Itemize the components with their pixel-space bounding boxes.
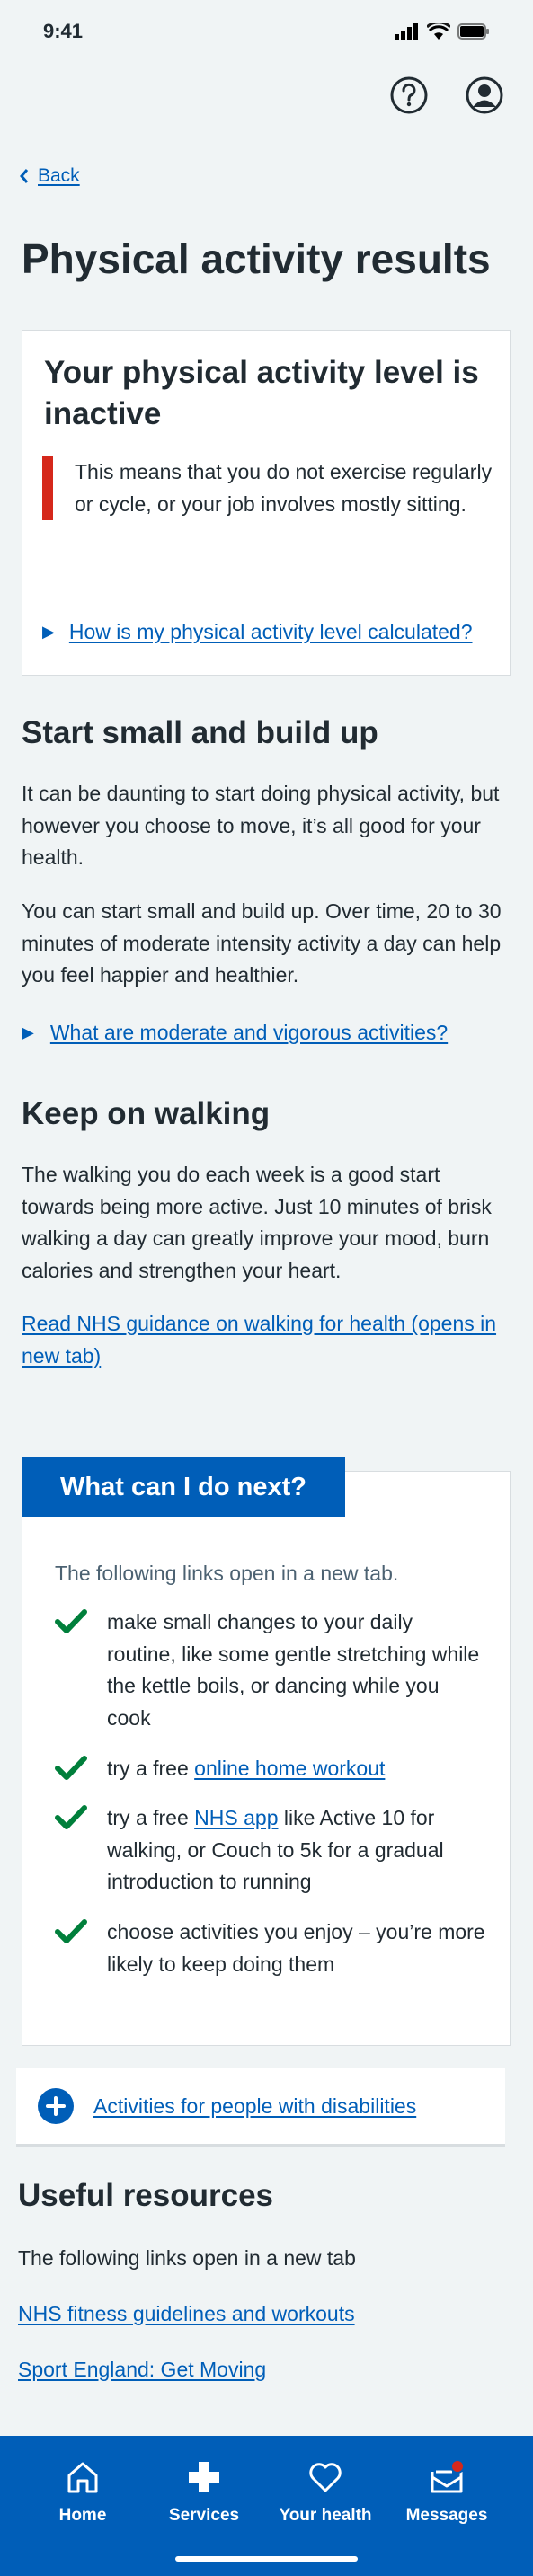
moderate-vigorous-link: What are moderate and vigorous activitie… [49, 1021, 449, 1044]
list-item-prefix: try a free [107, 1756, 195, 1780]
walking-guidance-link[interactable]: Read NHS guidance on walking for health … [22, 1312, 496, 1368]
triangle-right-icon: ▶ [22, 1023, 34, 1041]
page-title: Physical activity results [22, 235, 491, 282]
next-steps-intro: The following links open in a new tab. [55, 1562, 399, 1585]
status-icons [395, 23, 490, 40]
back-label: Back [38, 165, 80, 186]
how-calculated-link: How is my physical activity level calcul… [68, 620, 473, 643]
start-small-para-2: You can start small and build up. Over t… [22, 899, 502, 987]
next-steps-card: The following links open in a new tab. m… [22, 1471, 511, 2046]
nhs-app-link[interactable]: NHS app [194, 1806, 278, 1829]
triangle-right-icon: ▶ [42, 623, 55, 641]
home-icon [67, 2462, 98, 2493]
tab-services[interactable]: Services [146, 2459, 262, 2526]
how-calculated-details[interactable]: ▶ How is my physical activity level calc… [42, 620, 473, 644]
tick-icon [55, 1805, 87, 1830]
plus-circle-icon [38, 2088, 74, 2124]
next-steps-label: What can I do next? [22, 1457, 345, 1517]
status-time: 9:41 [43, 20, 84, 42]
account-icon[interactable] [465, 75, 504, 115]
start-small-para-1: It can be daunting to start doing physic… [22, 782, 500, 870]
notification-dot [450, 2459, 465, 2474]
list-item: try a free online home workout [55, 1753, 486, 1785]
disabilities-expander-label: Activities for people with disabilities [93, 2094, 417, 2118]
list-item: try a free NHS app like Active 10 for wa… [55, 1802, 486, 1899]
bottom-tab-bar: Home Services Your health Messages [0, 2436, 533, 2576]
tab-your-health-label: Your health [279, 2506, 372, 2525]
list-item-text: choose activities you enjoy – you’re mor… [107, 1920, 485, 1976]
activity-level-heading: Your physical activity level is inactive [44, 355, 479, 431]
resources-link-2-wrap: Sport England: Get Moving [18, 2354, 514, 2386]
sport-england-link[interactable]: Sport England: Get Moving [18, 2358, 266, 2381]
tick-icon [55, 1755, 87, 1780]
list-item-prefix: try a free [107, 1806, 195, 1830]
resources-link-1-wrap: NHS fitness guidelines and workouts [18, 2298, 514, 2331]
walking-guidance-link-wrap: Read NHS guidance on walking for health … [22, 1308, 507, 1372]
help-icon[interactable] [389, 75, 429, 115]
battery-icon [457, 23, 489, 40]
tab-messages-label: Messages [405, 2506, 488, 2525]
list-item: make small changes to your daily routine… [55, 1607, 486, 1735]
tab-home-label: Home [58, 2506, 107, 2525]
online-workout-link[interactable]: online home workout [194, 1757, 385, 1780]
tick-icon [55, 1919, 87, 1944]
start-small-heading: Start small and build up [22, 715, 378, 750]
tick-icon [55, 1609, 87, 1633]
heart-icon [309, 2463, 342, 2492]
next-steps-list: make small changes to your daily routine… [55, 1607, 486, 1998]
services-cross-icon [189, 2462, 219, 2492]
activity-level-card: Your physical activity level is inactive… [22, 330, 511, 676]
tab-messages[interactable]: Messages [388, 2459, 505, 2526]
list-item-text: try a free NHS app like Active 10 for wa… [107, 1802, 486, 1899]
wifi-icon [427, 23, 450, 40]
nhs-fitness-link[interactable]: NHS fitness guidelines and workouts [18, 2302, 355, 2325]
chevron-left-icon [20, 169, 29, 183]
walking-para: The walking you do each week is a good s… [22, 1163, 492, 1282]
list-item-text: try a free online home workout [107, 1753, 385, 1785]
moderate-vigorous-details[interactable]: ▶ What are moderate and vigorous activit… [22, 1021, 448, 1045]
header-actions [389, 75, 504, 115]
disabilities-expander[interactable]: Activities for people with disabilities [16, 2068, 505, 2147]
list-item-text: make small changes to your daily routine… [107, 1610, 480, 1730]
tab-home[interactable]: Home [24, 2459, 141, 2526]
home-indicator [175, 2556, 358, 2562]
tab-services-label: Services [168, 2506, 240, 2525]
walking-heading: Keep on walking [22, 1096, 271, 1131]
list-item: choose activities you enjoy – you’re mor… [55, 1917, 486, 1980]
back-link[interactable]: Back [20, 165, 80, 187]
messages-icon [431, 2459, 465, 2493]
tab-your-health[interactable]: Your health [267, 2459, 384, 2526]
signal-icon [395, 23, 418, 40]
resources-intro: The following links open in a new tab [18, 2246, 356, 2270]
status-bar: 9:41 [0, 0, 533, 63]
inset-text: This means that you do not exercise regu… [42, 456, 506, 521]
resources-heading: Useful resources [18, 2178, 274, 2213]
